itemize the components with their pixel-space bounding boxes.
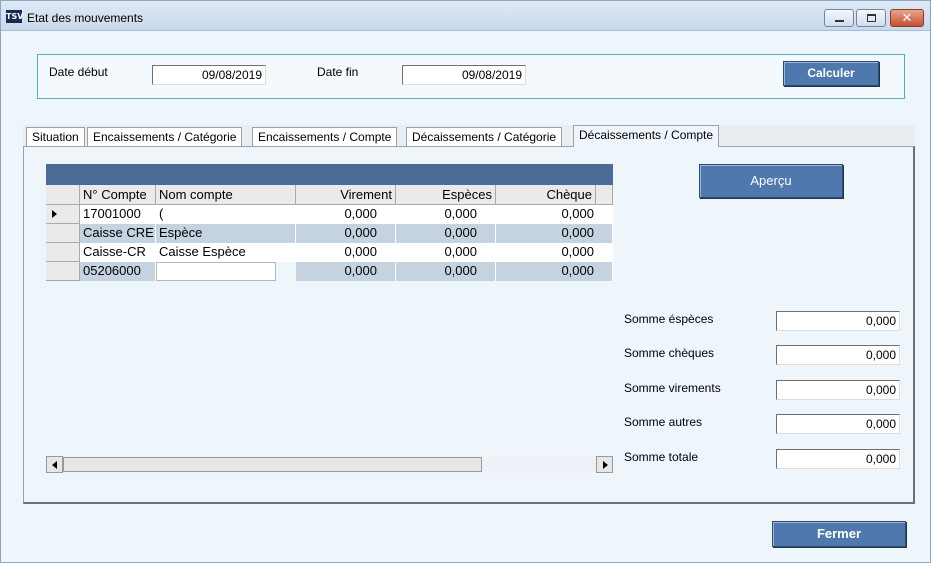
cell-especes[interactable]: 0,000 xyxy=(396,224,496,243)
calculate-button[interactable]: Calculer xyxy=(783,61,879,86)
cell-cheque[interactable]: 0,000 xyxy=(496,243,613,262)
window-title: Etat des mouvements xyxy=(27,11,144,25)
cell-especes[interactable]: 0,000 xyxy=(396,262,496,281)
minimize-icon xyxy=(835,20,844,22)
grid-header: N° Compte Nom compte Virement Espèces Ch… xyxy=(46,185,613,205)
arrow-right-icon xyxy=(603,461,608,469)
sum-virements-field[interactable]: 0,000 xyxy=(776,380,900,400)
sum-especes-label: Somme éspèces xyxy=(624,312,714,326)
sum-virements-label: Somme virements xyxy=(624,381,721,395)
cell-compte[interactable]: 17001000 xyxy=(80,205,156,224)
tab-decaissements-compte[interactable]: Décaissements / Compte xyxy=(573,125,720,147)
horizontal-scrollbar[interactable] xyxy=(46,456,613,473)
cell-compte[interactable]: 05206000 xyxy=(80,262,156,281)
sum-totale-label: Somme totale xyxy=(624,450,699,464)
cell-nom-editor[interactable] xyxy=(156,262,276,281)
maximize-icon xyxy=(867,14,876,22)
grid-caption-bar xyxy=(46,164,613,185)
sum-autres-field[interactable]: 0,000 xyxy=(776,414,900,434)
cell-especes[interactable]: 0,000 xyxy=(396,243,496,262)
table-row[interactable]: Caisse CRE Espèce 0,000 0,000 0,000 xyxy=(46,224,613,243)
current-row-arrow-icon xyxy=(52,210,57,218)
scrollbar-thumb[interactable] xyxy=(63,457,482,472)
row-selector[interactable] xyxy=(46,262,80,281)
column-header-compte[interactable]: N° Compte xyxy=(80,185,156,205)
cell-nom[interactable]: Espèce xyxy=(156,224,296,243)
app-icon: TSV xyxy=(6,10,24,23)
close-window-button[interactable]: ✕ xyxy=(890,9,924,27)
column-header-especes[interactable]: Espèces xyxy=(396,185,496,205)
minimize-button[interactable] xyxy=(824,9,854,27)
sum-autres-label: Somme autres xyxy=(624,415,703,429)
start-date-input[interactable]: 09/08/2019 xyxy=(152,65,266,85)
start-date-label: Date début xyxy=(49,65,108,79)
sum-cheques-label: Somme chèques xyxy=(624,346,715,360)
cell-cheque[interactable]: 0,000 xyxy=(496,224,613,243)
maximize-button[interactable] xyxy=(856,9,886,27)
table-row[interactable]: 05206000 0,000 0,000 0,000 xyxy=(46,262,613,281)
cell-nom[interactable]: ( xyxy=(156,205,296,224)
table-row[interactable]: 17001000 ( 0,000 0,000 0,000 xyxy=(46,205,613,224)
preview-button[interactable]: Aperçu xyxy=(699,164,843,198)
cell-virement[interactable]: 0,000 xyxy=(296,243,396,262)
tab-encaissements-compte[interactable]: Encaissements / Compte xyxy=(252,127,398,147)
cell-virement[interactable]: 0,000 xyxy=(296,205,396,224)
row-selector[interactable] xyxy=(46,243,80,262)
row-selector[interactable] xyxy=(46,205,80,224)
cell-compte[interactable]: Caisse-CR xyxy=(80,243,156,262)
tab-situation[interactable]: Situation xyxy=(26,127,85,147)
main-window: TSV Etat des mouvements ✕ Date début 09/… xyxy=(0,0,931,563)
end-date-input[interactable]: 09/08/2019 xyxy=(402,65,526,85)
cell-cheque[interactable]: 0,000 xyxy=(496,262,613,281)
row-selector[interactable] xyxy=(46,224,80,243)
scroll-left-button[interactable] xyxy=(46,456,63,473)
accounts-grid[interactable]: N° Compte Nom compte Virement Espèces Ch… xyxy=(46,164,613,474)
close-icon: ✕ xyxy=(901,10,913,25)
end-date-label: Date fin xyxy=(317,65,359,79)
sum-totale-field[interactable]: 0,000 xyxy=(776,449,900,469)
row-selector-header xyxy=(46,185,80,205)
scroll-right-button[interactable] xyxy=(596,456,613,473)
table-row[interactable]: Caisse-CR Caisse Espèce 0,000 0,000 0,00… xyxy=(46,243,613,262)
tab-decaissements-categorie[interactable]: Décaissements / Catégorie xyxy=(406,127,563,147)
tab-encaissements-categorie[interactable]: Encaissements / Catégorie xyxy=(87,127,243,147)
cell-compte[interactable]: Caisse CRE xyxy=(80,224,156,243)
column-header-nom[interactable]: Nom compte xyxy=(156,185,296,205)
cell-nom[interactable]: Caisse Espèce xyxy=(156,243,296,262)
arrow-left-icon xyxy=(52,461,57,469)
column-header-virement[interactable]: Virement xyxy=(296,185,396,205)
sum-cheques-field[interactable]: 0,000 xyxy=(776,345,900,365)
title-bar[interactable]: TSV Etat des mouvements ✕ xyxy=(1,1,930,31)
column-header-cheque[interactable]: Chèque xyxy=(496,185,596,205)
sum-especes-field[interactable]: 0,000 xyxy=(776,311,900,331)
column-header-filler xyxy=(596,185,613,205)
cell-virement[interactable]: 0,000 xyxy=(296,224,396,243)
cell-especes[interactable]: 0,000 xyxy=(396,205,496,224)
cell-cheque[interactable]: 0,000 xyxy=(496,205,613,224)
close-button[interactable]: Fermer xyxy=(772,521,906,547)
cell-virement[interactable]: 0,000 xyxy=(296,262,396,281)
